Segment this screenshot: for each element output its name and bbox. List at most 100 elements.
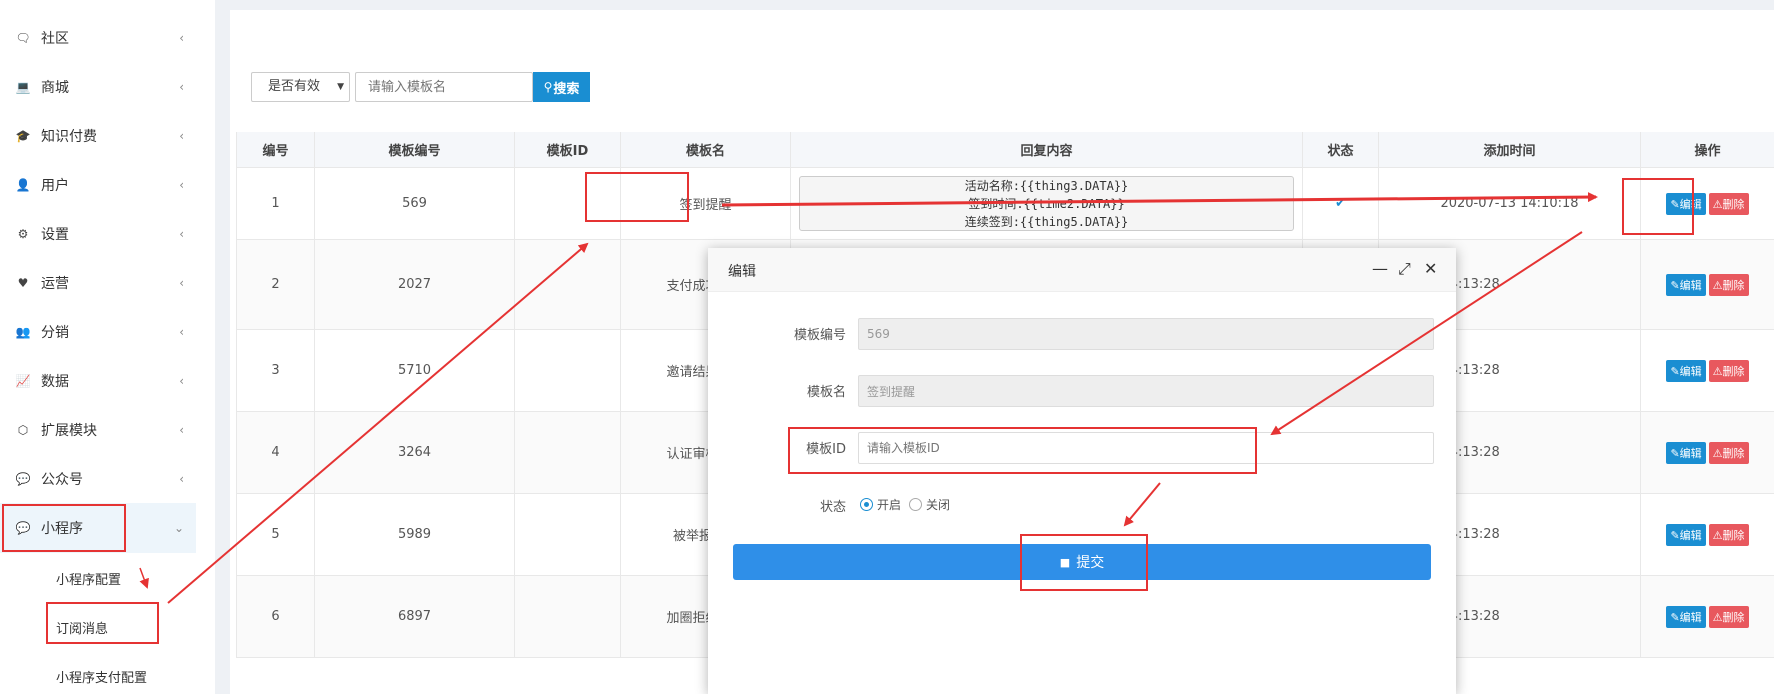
row-actions: ✎编辑 ⚠删除: [1640, 494, 1774, 575]
sidebar-item-1[interactable]: 💻 商城 ‹: [0, 62, 196, 112]
delete-button[interactable]: ⚠删除: [1708, 605, 1749, 628]
row-actions: ✎编辑 ⚠删除: [1640, 330, 1774, 411]
validity-select[interactable]: 是否有效 ▼: [251, 72, 350, 102]
edit-icon: ✎: [1670, 610, 1680, 624]
row-template-no: 5710: [314, 330, 514, 411]
close-icon[interactable]: ✕: [1424, 259, 1437, 278]
edit-button-label: 编辑: [1679, 610, 1702, 624]
template-name-field[interactable]: [858, 375, 1434, 407]
warning-icon: ⚠: [1712, 446, 1723, 460]
template-id-field[interactable]: [858, 432, 1434, 464]
edit-button[interactable]: ✎编辑: [1666, 359, 1706, 382]
lock-icon: ■: [1059, 555, 1071, 569]
column-header: 模板编号: [314, 132, 514, 167]
sidebar-subitem[interactable]: 小程序配置: [56, 569, 121, 588]
row-template-id: [514, 240, 620, 329]
edit-icon: ✎: [1670, 364, 1680, 378]
delete-button-label: 删除: [1722, 528, 1745, 542]
delete-button[interactable]: ⚠删除: [1708, 192, 1749, 215]
edit-modal: 编辑 — ⤢ ✕ 模板编号 模板名 模板ID 状态 开启 关闭 ■ 提交: [708, 248, 1456, 694]
minimize-icon[interactable]: —: [1372, 259, 1388, 278]
template-name-search-input[interactable]: [355, 72, 533, 102]
search-button[interactable]: ⚲ 搜索: [533, 72, 590, 102]
sidebar-item-3[interactable]: 👤 用户 ‹: [0, 160, 196, 210]
edit-button[interactable]: ✎编辑: [1666, 441, 1706, 464]
wechat-icon: 💬: [15, 521, 31, 535]
sidebar-item-label: 社区: [41, 31, 69, 47]
delete-button[interactable]: ⚠删除: [1708, 441, 1749, 464]
sidebar-item-9[interactable]: 💬 公众号 ‹: [0, 454, 196, 504]
laptop-icon: 💻: [15, 80, 31, 94]
edit-button[interactable]: ✎编辑: [1666, 605, 1706, 628]
check-icon: ✔: [1335, 196, 1346, 211]
cube-icon: ⬡: [17, 423, 29, 437]
chevron-left-icon: ‹: [179, 325, 184, 339]
warning-icon: ⚠: [1712, 528, 1723, 542]
sidebar-subitem[interactable]: 小程序支付配置: [56, 667, 147, 686]
sidebar-item-4[interactable]: ⚙ 设置 ‹: [0, 209, 196, 259]
status-off-radio[interactable]: 关闭: [909, 496, 950, 513]
row-actions: ✎编辑 ⚠删除: [1640, 168, 1774, 239]
radio-checked-icon: [860, 498, 873, 511]
column-header: 编号: [236, 132, 314, 167]
sidebar-item-8[interactable]: ⬡ 扩展模块 ‹: [0, 405, 196, 455]
edit-icon: ✎: [1670, 197, 1680, 211]
row-template-no: 2027: [314, 240, 514, 329]
sidebar-item-label: 小程序: [41, 521, 83, 537]
graduation-cap-icon: 🎓: [15, 129, 31, 143]
row-template-no: 3264: [314, 412, 514, 493]
edit-button[interactable]: ✎编辑: [1666, 192, 1706, 215]
gear-icon: ⚙: [17, 227, 29, 241]
sidebar-item-2[interactable]: 🎓 知识付费 ‹: [0, 111, 196, 161]
chevron-left-icon: ‹: [179, 227, 184, 241]
warning-icon: ⚠: [1712, 278, 1723, 292]
user-icon: 👤: [15, 178, 31, 192]
warning-icon: ⚠: [1712, 610, 1723, 624]
sidebar-item-label: 商城: [41, 80, 69, 96]
modal-title: 编辑: [728, 264, 756, 280]
row-id: 1: [236, 168, 314, 239]
edit-button[interactable]: ✎编辑: [1666, 523, 1706, 546]
edit-icon: ✎: [1670, 446, 1680, 460]
sidebar-item-10[interactable]: 💬 小程序 ⌄: [0, 503, 196, 553]
chevron-left-icon: ‹: [179, 374, 184, 388]
sidebar-item-0[interactable]: 🗨 社区 ‹: [0, 13, 196, 63]
submit-button[interactable]: ■ 提交: [733, 544, 1431, 580]
line-chart-icon: 📈: [15, 374, 31, 388]
status-on-radio[interactable]: 开启: [860, 496, 901, 513]
sidebar-divider: [215, 0, 230, 694]
edit-button[interactable]: ✎编辑: [1666, 273, 1706, 296]
delete-button-label: 删除: [1722, 364, 1745, 378]
chevron-left-icon: ‹: [179, 178, 184, 192]
sidebar-item-6[interactable]: 👥 分销 ‹: [0, 307, 196, 357]
row-template-no: 6897: [314, 576, 514, 657]
sidebar-item-5[interactable]: ♥ 运营 ‹: [0, 258, 196, 308]
table-header: 编号 模板编号 模板ID 模板名 回复内容 状态 添加时间 操作: [236, 132, 1774, 168]
modal-header: 编辑 — ⤢ ✕: [708, 248, 1456, 292]
column-header: 模板名: [620, 132, 790, 167]
row-template-id: [514, 330, 620, 411]
row-id: 6: [236, 576, 314, 657]
delete-button-label: 删除: [1722, 446, 1745, 460]
row-reply-content: 活动名称:{{thing3.DATA}} 签到时间:{{time2.DATA}} 连…: [790, 168, 1302, 239]
row-actions: ✎编辑 ⚠删除: [1640, 412, 1774, 493]
delete-button[interactable]: ⚠删除: [1708, 359, 1749, 382]
edit-icon: ✎: [1670, 278, 1680, 292]
reply-content-line: 连续签到:{{thing5.DATA}}: [964, 214, 1129, 229]
delete-button-label: 删除: [1722, 610, 1745, 624]
row-template-name: 签到提醒: [620, 168, 790, 239]
edit-icon: ✎: [1670, 528, 1680, 542]
delete-button[interactable]: ⚠删除: [1708, 273, 1749, 296]
row-template-id: [514, 576, 620, 657]
sidebar-item-7[interactable]: 📈 数据 ‹: [0, 356, 196, 406]
row-add-time: 2020-07-13 14:10:18: [1378, 168, 1640, 239]
status-label: 状态: [819, 500, 846, 515]
reply-content-box: 活动名称:{{thing3.DATA}} 签到时间:{{time2.DATA}} 连…: [799, 176, 1294, 231]
maximize-icon[interactable]: ⤢: [1398, 259, 1411, 279]
delete-button[interactable]: ⚠删除: [1708, 523, 1749, 546]
sidebar-item-label: 设置: [41, 227, 69, 243]
template-no-field[interactable]: [858, 318, 1434, 350]
sidebar-subitem[interactable]: 订阅消息: [56, 618, 108, 637]
status-off-label: 关闭: [926, 498, 951, 512]
row-template-id: [514, 168, 620, 239]
